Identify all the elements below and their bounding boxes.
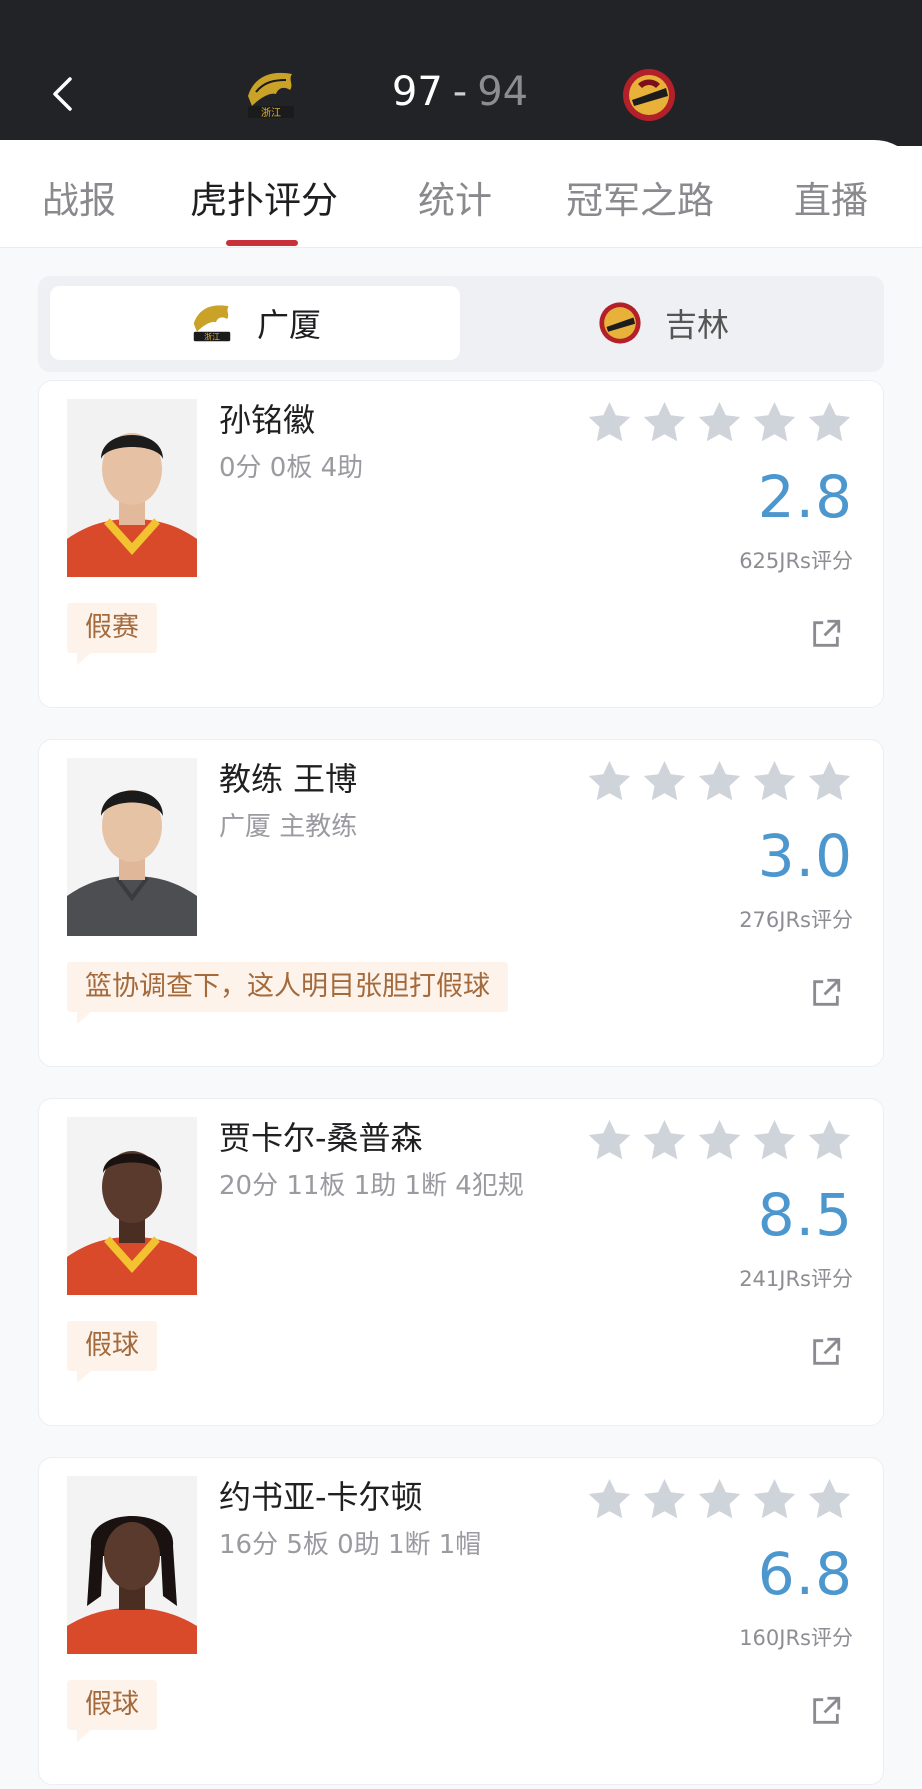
team-switch-home-label: 广厦 — [256, 306, 321, 344]
svg-text:浙江: 浙江 — [204, 332, 220, 342]
main-panel: 战报 虎扑评分 统计 冠军之路 直播 浙江 广厦 吉林 孙铭徽 0分 0板 4助… — [0, 140, 922, 1789]
share-icon[interactable] — [809, 1335, 843, 1369]
star-icon[interactable] — [696, 758, 743, 805]
top-comment[interactable]: 假球 — [67, 1321, 157, 1383]
player-stats: 20分 11板 1助 1断 4犯规 — [219, 1171, 524, 1201]
jilin-team-logo-icon — [599, 302, 641, 344]
rating-count: 625JRs评分 — [739, 549, 853, 573]
tab-live[interactable]: 直播 — [794, 170, 868, 230]
player-portrait-image — [67, 399, 197, 577]
rating-count: 276JRs评分 — [739, 908, 853, 932]
active-tab-indicator — [226, 240, 298, 246]
jilin-team-logo-icon — [623, 69, 675, 121]
star-icon[interactable] — [696, 1476, 743, 1523]
zhejiang-team-logo-icon: 浙江 — [193, 305, 231, 342]
share-icon[interactable] — [809, 976, 843, 1010]
svg-text:浙江: 浙江 — [261, 107, 281, 119]
team-switch-away[interactable]: 吉林 — [458, 286, 868, 360]
match-score: 97 - 94 — [360, 62, 560, 122]
star-icon[interactable] — [641, 1476, 688, 1523]
star-icon[interactable] — [806, 399, 853, 446]
star-icon[interactable] — [641, 758, 688, 805]
player-name: 约书亚-卡尔顿 — [219, 1478, 423, 1516]
top-comment[interactable]: 篮协调查下，这人明目张胆打假球 — [67, 962, 508, 1024]
away-score: 94 — [477, 69, 529, 115]
player-name: 孙铭徽 — [219, 401, 316, 439]
rating-score: 8.5 — [757, 1181, 853, 1249]
rating-list-area: 浙江 广厦 吉林 孙铭徽 0分 0板 4助 2.8 625JRs评分 假赛 教练… — [0, 248, 922, 1789]
zhejiang-team-logo-icon: 浙江 — [248, 72, 294, 119]
star-icon[interactable] — [586, 399, 633, 446]
player-portrait-image — [67, 1117, 197, 1295]
star-icon[interactable] — [751, 1117, 798, 1164]
star-icon[interactable] — [586, 1117, 633, 1164]
star-icon[interactable] — [806, 1117, 853, 1164]
star-icon[interactable] — [586, 758, 633, 805]
star-icon[interactable] — [641, 1117, 688, 1164]
team-switch-away-label: 吉林 — [664, 306, 729, 344]
star-rating[interactable] — [586, 758, 853, 805]
player-photo — [67, 1476, 197, 1654]
tab-road-to-championship[interactable]: 冠军之路 — [566, 170, 714, 230]
star-rating[interactable] — [586, 1476, 853, 1523]
chevron-left-icon — [53, 77, 72, 111]
player-portrait-image — [67, 1476, 197, 1654]
player-photo — [67, 1117, 197, 1295]
player-stats: 16分 5板 0助 1断 1帽 — [219, 1530, 482, 1560]
top-comment[interactable]: 假球 — [67, 1680, 157, 1742]
player-name: 贾卡尔-桑普森 — [219, 1119, 423, 1157]
team-switch-home[interactable]: 浙江 广厦 — [50, 286, 460, 360]
tab-hupu-rating[interactable]: 虎扑评分 — [190, 170, 338, 230]
player-stats: 0分 0板 4助 — [219, 453, 364, 483]
tab-stats[interactable]: 统计 — [418, 170, 492, 230]
star-icon[interactable] — [696, 399, 743, 446]
rating-score: 6.8 — [757, 1540, 853, 1608]
star-icon[interactable] — [751, 1476, 798, 1523]
player-photo — [67, 399, 197, 577]
star-icon[interactable] — [696, 1117, 743, 1164]
player-rating-card[interactable]: 孙铭徽 0分 0板 4助 2.8 625JRs评分 假赛 — [38, 380, 884, 708]
tab-bar: 战报 虎扑评分 统计 冠军之路 直播 — [0, 140, 922, 248]
team-switcher: 浙江 广厦 吉林 — [38, 276, 884, 372]
star-icon[interactable] — [806, 758, 853, 805]
rating-count: 160JRs评分 — [739, 1626, 853, 1650]
star-icon[interactable] — [641, 399, 688, 446]
coach-rating-card[interactable]: 教练 王博 广厦 主教练 3.0 276JRs评分 篮协调查下，这人明目张胆打假… — [38, 739, 884, 1067]
coach-name: 教练 王博 — [219, 760, 358, 798]
star-icon[interactable] — [751, 758, 798, 805]
share-icon[interactable] — [809, 1694, 843, 1728]
rating-score: 3.0 — [757, 822, 853, 890]
coach-portrait-image — [67, 758, 197, 936]
star-rating[interactable] — [586, 399, 853, 446]
top-comment[interactable]: 假赛 — [67, 603, 157, 665]
score-separator: - — [452, 69, 468, 115]
star-icon[interactable] — [751, 399, 798, 446]
rating-score: 2.8 — [757, 463, 853, 531]
rating-count: 241JRs评分 — [739, 1267, 853, 1291]
coach-photo — [67, 758, 197, 936]
star-icon[interactable] — [806, 1476, 853, 1523]
home-score: 97 — [391, 69, 443, 115]
back-button[interactable] — [42, 70, 82, 118]
coach-role: 广厦 主教练 — [219, 812, 358, 842]
star-rating[interactable] — [586, 1117, 853, 1164]
player-rating-card[interactable]: 贾卡尔-桑普森 20分 11板 1助 1断 4犯规 8.5 241JRs评分 假… — [38, 1098, 884, 1426]
tab-report[interactable]: 战报 — [42, 170, 116, 230]
share-icon[interactable] — [809, 617, 843, 651]
player-rating-card[interactable]: 约书亚-卡尔顿 16分 5板 0助 1断 1帽 6.8 160JRs评分 假球 — [38, 1457, 884, 1785]
star-icon[interactable] — [586, 1476, 633, 1523]
top-bar: 浙江 97 - 94 — [0, 0, 922, 146]
